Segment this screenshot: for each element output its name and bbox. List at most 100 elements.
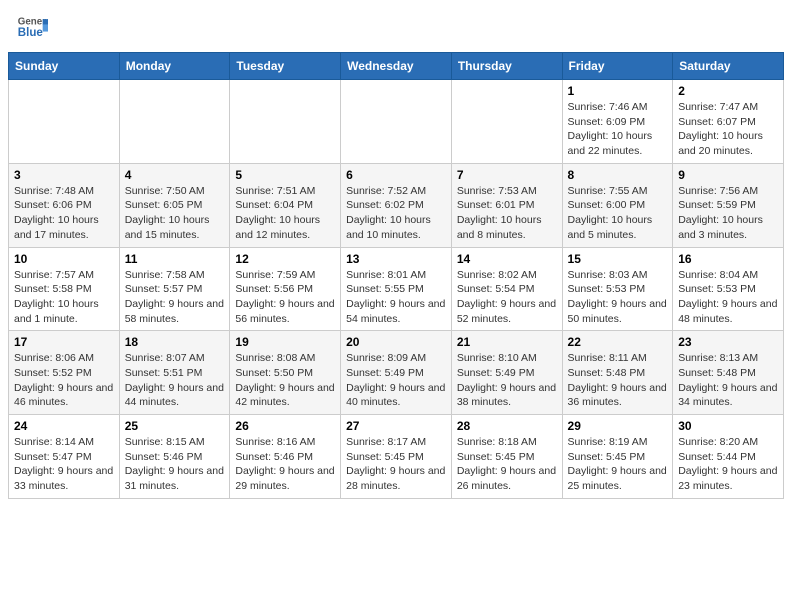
calendar-cell	[341, 80, 452, 164]
week-row-4: 24 Sunrise: 8:14 AM Sunset: 5:47 PM Dayli…	[9, 415, 784, 499]
calendar-cell: 13 Sunrise: 8:01 AM Sunset: 5:55 PM Dayli…	[341, 247, 452, 331]
weekday-col-monday: Monday	[119, 53, 230, 80]
day-number: 20	[346, 335, 446, 349]
calendar-cell: 3 Sunrise: 7:48 AM Sunset: 6:06 PM Daylig…	[9, 163, 120, 247]
day-number: 26	[235, 419, 335, 433]
day-number: 12	[235, 252, 335, 266]
day-info: Sunrise: 8:03 AM Sunset: 5:53 PM Dayligh…	[568, 268, 668, 327]
day-number: 2	[678, 84, 778, 98]
svg-text:Blue: Blue	[18, 27, 44, 39]
calendar-cell	[119, 80, 230, 164]
calendar-cell: 5 Sunrise: 7:51 AM Sunset: 6:04 PM Daylig…	[230, 163, 341, 247]
day-info: Sunrise: 7:52 AM Sunset: 6:02 PM Dayligh…	[346, 184, 446, 243]
calendar-wrapper: SundayMondayTuesdayWednesdayThursdayFrid…	[0, 52, 792, 507]
day-number: 28	[457, 419, 557, 433]
weekday-col-friday: Friday	[562, 53, 673, 80]
day-number: 1	[568, 84, 668, 98]
calendar-cell: 17 Sunrise: 8:06 AM Sunset: 5:52 PM Dayli…	[9, 331, 120, 415]
calendar-cell: 15 Sunrise: 8:03 AM Sunset: 5:53 PM Dayli…	[562, 247, 673, 331]
day-info: Sunrise: 7:58 AM Sunset: 5:57 PM Dayligh…	[125, 268, 225, 327]
day-info: Sunrise: 8:07 AM Sunset: 5:51 PM Dayligh…	[125, 351, 225, 410]
day-info: Sunrise: 8:06 AM Sunset: 5:52 PM Dayligh…	[14, 351, 114, 410]
day-info: Sunrise: 8:19 AM Sunset: 5:45 PM Dayligh…	[568, 435, 668, 494]
weekday-col-saturday: Saturday	[673, 53, 784, 80]
day-info: Sunrise: 7:51 AM Sunset: 6:04 PM Dayligh…	[235, 184, 335, 243]
day-number: 18	[125, 335, 225, 349]
day-number: 4	[125, 168, 225, 182]
calendar-cell	[230, 80, 341, 164]
calendar-body: 1Sunrise: 7:46 AM Sunset: 6:09 PM Daylig…	[9, 80, 784, 499]
day-info: Sunrise: 7:57 AM Sunset: 5:58 PM Dayligh…	[14, 268, 114, 327]
day-number: 13	[346, 252, 446, 266]
day-number: 16	[678, 252, 778, 266]
calendar-cell: 19 Sunrise: 8:08 AM Sunset: 5:50 PM Dayli…	[230, 331, 341, 415]
calendar-cell: 2 Sunrise: 7:47 AM Sunset: 6:07 PM Daylig…	[673, 80, 784, 164]
calendar-cell: 24 Sunrise: 8:14 AM Sunset: 5:47 PM Dayli…	[9, 415, 120, 499]
day-info: Sunrise: 7:50 AM Sunset: 6:05 PM Dayligh…	[125, 184, 225, 243]
day-number: 3	[14, 168, 114, 182]
day-info: Sunrise: 8:01 AM Sunset: 5:55 PM Dayligh…	[346, 268, 446, 327]
day-info: Sunrise: 7:48 AM Sunset: 6:06 PM Dayligh…	[14, 184, 114, 243]
day-info: Sunrise: 7:55 AM Sunset: 6:00 PM Dayligh…	[568, 184, 668, 243]
day-number: 27	[346, 419, 446, 433]
day-number: 11	[125, 252, 225, 266]
day-number: 9	[678, 168, 778, 182]
day-info: Sunrise: 8:10 AM Sunset: 5:49 PM Dayligh…	[457, 351, 557, 410]
calendar-cell: 9 Sunrise: 7:56 AM Sunset: 5:59 PM Daylig…	[673, 163, 784, 247]
week-row-2: 10 Sunrise: 7:57 AM Sunset: 5:58 PM Dayli…	[9, 247, 784, 331]
week-row-1: 3 Sunrise: 7:48 AM Sunset: 6:06 PM Daylig…	[9, 163, 784, 247]
weekday-header-row: SundayMondayTuesdayWednesdayThursdayFrid…	[9, 53, 784, 80]
day-info: Sunrise: 8:09 AM Sunset: 5:49 PM Dayligh…	[346, 351, 446, 410]
day-number: 17	[14, 335, 114, 349]
day-info: Sunrise: 8:15 AM Sunset: 5:46 PM Dayligh…	[125, 435, 225, 494]
day-number: 14	[457, 252, 557, 266]
day-info: Sunrise: 8:16 AM Sunset: 5:46 PM Dayligh…	[235, 435, 335, 494]
calendar-cell: 14 Sunrise: 8:02 AM Sunset: 5:54 PM Dayli…	[451, 247, 562, 331]
calendar-cell: 29 Sunrise: 8:19 AM Sunset: 5:45 PM Dayli…	[562, 415, 673, 499]
weekday-col-sunday: Sunday	[9, 53, 120, 80]
day-number: 25	[125, 419, 225, 433]
calendar-cell	[9, 80, 120, 164]
calendar-cell: 21 Sunrise: 8:10 AM Sunset: 5:49 PM Dayli…	[451, 331, 562, 415]
day-number: 23	[678, 335, 778, 349]
day-number: 24	[14, 419, 114, 433]
day-number: 19	[235, 335, 335, 349]
calendar-cell: 25 Sunrise: 8:15 AM Sunset: 5:46 PM Dayli…	[119, 415, 230, 499]
logo: General Blue	[16, 12, 48, 44]
day-info: Sunrise: 7:47 AM Sunset: 6:07 PM Dayligh…	[678, 100, 778, 159]
day-number: 8	[568, 168, 668, 182]
day-number: 5	[235, 168, 335, 182]
day-info: Sunrise: 8:14 AM Sunset: 5:47 PM Dayligh…	[14, 435, 114, 494]
calendar-cell: 11 Sunrise: 7:58 AM Sunset: 5:57 PM Dayli…	[119, 247, 230, 331]
day-info: Sunrise: 8:08 AM Sunset: 5:50 PM Dayligh…	[235, 351, 335, 410]
day-number: 29	[568, 419, 668, 433]
calendar-cell: 22Sunrise: 8:11 AM Sunset: 5:48 PM Dayli…	[562, 331, 673, 415]
calendar-cell: 30Sunrise: 8:20 AM Sunset: 5:44 PM Dayli…	[673, 415, 784, 499]
page-header: General Blue	[0, 0, 792, 52]
weekday-col-thursday: Thursday	[451, 53, 562, 80]
day-info: Sunrise: 7:59 AM Sunset: 5:56 PM Dayligh…	[235, 268, 335, 327]
day-info: Sunrise: 8:11 AM Sunset: 5:48 PM Dayligh…	[568, 351, 668, 410]
day-info: Sunrise: 8:13 AM Sunset: 5:48 PM Dayligh…	[678, 351, 778, 410]
calendar-cell: 16Sunrise: 8:04 AM Sunset: 5:53 PM Dayli…	[673, 247, 784, 331]
week-row-3: 17 Sunrise: 8:06 AM Sunset: 5:52 PM Dayli…	[9, 331, 784, 415]
calendar-cell: 6 Sunrise: 7:52 AM Sunset: 6:02 PM Daylig…	[341, 163, 452, 247]
calendar-cell: 27 Sunrise: 8:17 AM Sunset: 5:45 PM Dayli…	[341, 415, 452, 499]
calendar-cell	[451, 80, 562, 164]
calendar-cell: 1Sunrise: 7:46 AM Sunset: 6:09 PM Daylig…	[562, 80, 673, 164]
day-number: 21	[457, 335, 557, 349]
day-info: Sunrise: 8:02 AM Sunset: 5:54 PM Dayligh…	[457, 268, 557, 327]
day-number: 30	[678, 419, 778, 433]
day-number: 10	[14, 252, 114, 266]
weekday-col-tuesday: Tuesday	[230, 53, 341, 80]
logo-icon: General Blue	[16, 12, 48, 44]
calendar-cell: 18 Sunrise: 8:07 AM Sunset: 5:51 PM Dayli…	[119, 331, 230, 415]
calendar-cell: 4 Sunrise: 7:50 AM Sunset: 6:05 PM Daylig…	[119, 163, 230, 247]
weekday-col-wednesday: Wednesday	[341, 53, 452, 80]
day-info: Sunrise: 8:17 AM Sunset: 5:45 PM Dayligh…	[346, 435, 446, 494]
week-row-0: 1Sunrise: 7:46 AM Sunset: 6:09 PM Daylig…	[9, 80, 784, 164]
day-number: 6	[346, 168, 446, 182]
day-number: 15	[568, 252, 668, 266]
calendar-cell: 28Sunrise: 8:18 AM Sunset: 5:45 PM Dayli…	[451, 415, 562, 499]
day-info: Sunrise: 7:56 AM Sunset: 5:59 PM Dayligh…	[678, 184, 778, 243]
